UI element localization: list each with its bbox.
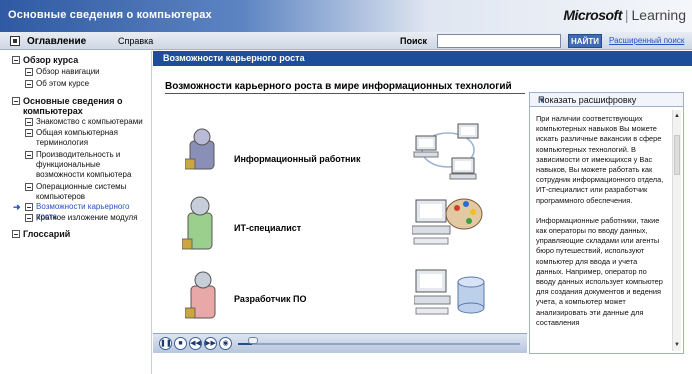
toc-menu[interactable]: Оглавление: [27, 36, 86, 47]
microsoft-learning-logo: Microsoft | Learning: [563, 7, 686, 23]
page-icon: [25, 68, 33, 76]
transcript-paragraph: Информационные работники, такие как опер…: [536, 215, 663, 327]
page-icon: [25, 214, 33, 222]
toc-icon[interactable]: [10, 36, 20, 46]
transcript-scrollbar[interactable]: ▲ ▼: [672, 110, 681, 351]
show-transcript-dropdown[interactable]: Показать расшифровку ▼: [530, 93, 683, 107]
transcript-paragraph: При наличии соответствующих компьютерных…: [536, 114, 664, 205]
network-icon: [413, 123, 479, 180]
info-worker-person-icon: [185, 128, 215, 170]
content-header-bar: Возможности карьерного роста: [153, 51, 692, 66]
forward-icon[interactable]: ▶▶: [204, 337, 217, 350]
rewind-icon[interactable]: ◀◀: [189, 337, 202, 350]
sidebar-item-course-overview[interactable]: Обзор курса: [12, 55, 142, 65]
role-label-it-specialist: ИТ-специалист: [234, 223, 302, 233]
media-controls: ❚❚ ■ ◀◀ ▶▶ ◉: [153, 333, 527, 353]
page-icon: [25, 183, 33, 191]
sidebar-toc: Обзор курса Обзор навигации Об этом курс…: [0, 51, 152, 374]
sidebar-item-terminology[interactable]: Общая компьютерная терминология: [25, 128, 147, 148]
sidebar-item-glossary[interactable]: Глоссарий: [12, 229, 142, 239]
developer-person-icon: [185, 271, 216, 319]
stop-icon[interactable]: ■: [174, 337, 187, 350]
scroll-up-icon[interactable]: ▲: [673, 112, 681, 120]
window-title: Основные сведения о компьютерах: [8, 9, 212, 21]
help-menu[interactable]: Справка: [118, 36, 153, 46]
chevron-down-icon[interactable]: ▼: [538, 96, 675, 105]
sidebar-item-performance[interactable]: Производительность и функциональные возм…: [25, 150, 147, 180]
sidebar-item-intro-computers[interactable]: Знакомство с компьютерами: [25, 117, 147, 127]
page-icon: [25, 80, 33, 88]
scroll-thumb[interactable]: [674, 135, 680, 175]
role-label-info-worker: Информационный работник: [234, 154, 361, 164]
role-label-developer: Разработчик ПО: [234, 294, 307, 304]
collapse-icon[interactable]: [12, 97, 20, 105]
palette-icon: [412, 198, 483, 245]
sidebar-item-about-course[interactable]: Об этом курсе: [25, 79, 145, 89]
progress-handle[interactable]: [248, 337, 258, 344]
page-icon: [25, 203, 33, 211]
current-page-arrow-icon: ➜: [13, 202, 21, 212]
search-label: Поиск: [400, 36, 428, 46]
page-title: Возможности карьерного роста в мире инфо…: [165, 81, 512, 92]
sidebar-item-operating-systems[interactable]: Операционные системы компьютеров: [25, 182, 147, 202]
page-icon: [25, 151, 33, 159]
it-specialist-person-icon: [182, 196, 213, 250]
sidebar-item-nav-overview[interactable]: Обзор навигации: [25, 67, 145, 77]
volume-icon[interactable]: ◉: [219, 337, 232, 350]
title-divider: [165, 93, 525, 94]
collapse-icon[interactable]: [12, 56, 20, 64]
pause-icon[interactable]: ❚❚: [159, 337, 172, 350]
collapse-icon[interactable]: [12, 230, 20, 238]
sidebar-item-computer-basics[interactable]: Основные сведения о компьютерах: [12, 96, 142, 116]
search-input[interactable]: [437, 34, 561, 48]
sidebar-item-summary[interactable]: Краткое изложение модуля: [25, 213, 147, 223]
transcript-text: При наличии соответствующих компьютерных…: [536, 114, 666, 350]
page-icon: [25, 129, 33, 137]
database-icon: [414, 269, 485, 315]
progress-track[interactable]: [238, 343, 520, 345]
advanced-search-link[interactable]: Расширенный поиск: [609, 36, 684, 45]
title-bar: Основные сведения о компьютерах Microsof…: [0, 0, 692, 32]
menu-bar: Оглавление Справка Поиск НАЙТИ Расширенн…: [0, 32, 692, 50]
find-button[interactable]: НАЙТИ: [568, 34, 602, 48]
section-title: Возможности карьерного роста: [163, 53, 305, 63]
page-icon: [25, 118, 33, 126]
transcript-panel: Показать расшифровку ▼ При наличии соотв…: [529, 92, 684, 354]
scroll-down-icon[interactable]: ▼: [673, 341, 681, 349]
